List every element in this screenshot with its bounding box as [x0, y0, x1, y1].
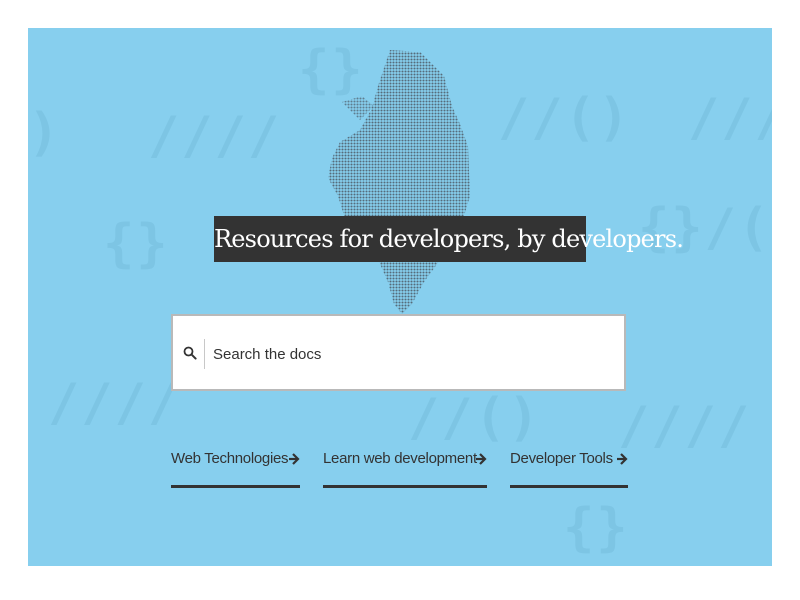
arrow-right-icon — [289, 453, 300, 465]
search-box[interactable] — [171, 314, 626, 391]
nav-link-developer-tools[interactable]: Developer Tools — [510, 444, 628, 488]
nav-link-label: Web Technologies — [171, 450, 289, 467]
nav-link-label: Learn web development — [323, 450, 477, 467]
dinosaur-mascot-graphic — [328, 50, 470, 314]
arrow-right-icon — [617, 453, 628, 465]
arrow-right-icon — [476, 453, 487, 465]
hero-headline: Resources for developers, by developers. — [214, 216, 684, 262]
hero-banner: ) //// {} //() /// {} {}/() //// //() //… — [28, 28, 772, 566]
nav-link-learn-web-development[interactable]: Learn web development — [323, 444, 487, 488]
search-divider — [204, 339, 205, 369]
nav-link-web-technologies[interactable]: Web Technologies — [171, 444, 300, 488]
nav-link-label: Developer Tools — [510, 450, 613, 467]
search-icon[interactable] — [183, 346, 197, 360]
search-input[interactable] — [213, 336, 613, 372]
